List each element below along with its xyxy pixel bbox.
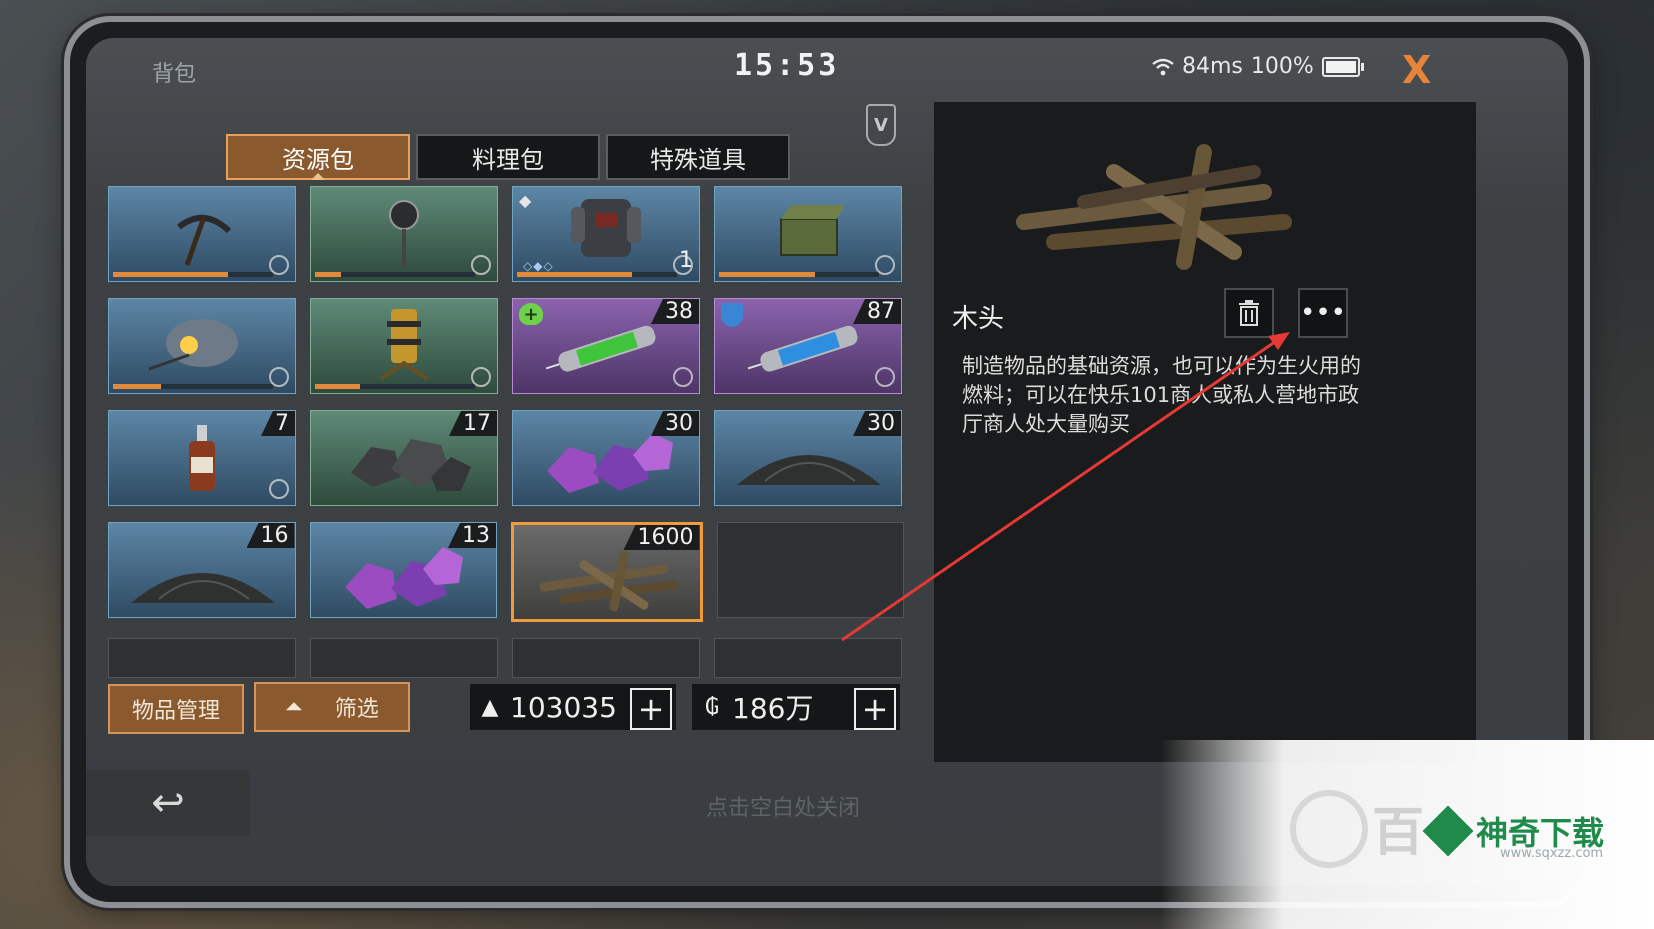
inventory-slot[interactable]: 30 [512, 410, 700, 506]
page-title: 背包 [152, 62, 197, 87]
filter-button[interactable]: ⏶ 筛选 [254, 682, 410, 732]
tab-special-items[interactable]: 特殊道具 [606, 134, 790, 180]
clock: 15:53 [734, 48, 840, 83]
top-bar: 背包 15:53 84ms 100% X [86, 38, 1568, 102]
status-area: 84ms 100% [1152, 54, 1364, 79]
item-count: 1600 [623, 525, 700, 550]
drone-icon [148, 319, 238, 371]
tab-cooking[interactable]: 料理包 [416, 134, 600, 180]
wood-logs-preview-icon [1016, 144, 1292, 270]
repair-icon [875, 255, 895, 275]
repair-icon [673, 255, 693, 275]
empty-slot[interactable] [714, 638, 902, 678]
more-options-icon[interactable]: ••• [1298, 288, 1348, 338]
filter-icon: ⏶ [285, 694, 303, 720]
trash-icon [1239, 300, 1259, 326]
inventory-slot-selected[interactable]: 1600 [511, 522, 703, 622]
inventory-slot[interactable]: 30 [714, 410, 902, 506]
inventory-slot[interactable] [310, 186, 498, 282]
inventory-slot[interactable]: 17 [310, 410, 498, 506]
storage-box-icon [780, 205, 845, 256]
repair-icon [269, 367, 289, 387]
battery-icon [1321, 56, 1364, 77]
ping-text: 84ms [1182, 54, 1243, 79]
diamond-icon: ◆ [519, 191, 532, 210]
gold-amount: 103035 [510, 690, 617, 724]
inventory-slot[interactable]: 13 [309, 522, 497, 618]
turret-icon [379, 309, 429, 381]
add-coin-button[interactable]: + [854, 688, 896, 730]
timer-icon [269, 479, 289, 499]
inventory-slot[interactable]: + 38 [512, 298, 700, 394]
watermark-url: www.sqxzz.com [1500, 846, 1604, 861]
category-tabs: 资源包 料理包 特殊道具 [226, 134, 790, 180]
empty-slot[interactable] [716, 522, 904, 618]
vip-badge-icon[interactable]: V [866, 104, 896, 146]
repair-icon [471, 255, 491, 275]
undo-arrow-icon: ↩ [151, 780, 185, 826]
close-button[interactable]: X [1402, 48, 1431, 92]
close-hint[interactable]: 点击空白处关闭 [706, 790, 860, 822]
heal-icon: + [519, 303, 543, 325]
back-button[interactable]: ↩ [86, 770, 250, 836]
watermark-logo-icon [1290, 790, 1368, 868]
coin-icon: ₲ [705, 694, 719, 720]
repair-icon [269, 255, 289, 275]
filter-label: 筛选 [334, 697, 379, 722]
empty-slot[interactable] [108, 638, 296, 678]
item-detail-panel: 木头 ••• 制造物品的基础资源，也可以作为生火用的燃料；可以在快乐101商人或… [934, 102, 1476, 762]
inventory-slot[interactable] [108, 186, 296, 282]
repair-icon [471, 367, 491, 387]
delete-button[interactable] [1224, 288, 1274, 338]
empty-slot[interactable] [310, 638, 498, 678]
inventory-slot[interactable]: 87 [714, 298, 902, 394]
pickaxe-icon [177, 215, 232, 266]
shield-icon [721, 303, 743, 327]
inventory-slot[interactable] [714, 186, 902, 282]
inventory-slot[interactable] [108, 298, 296, 394]
inventory-slot[interactable] [310, 298, 498, 394]
inventory-grid: ◆ ◇◆◇ 1 + 38 87 7 17 30 30 16 13 1600 [108, 186, 904, 694]
rarity-dots: ◇◆◇ [523, 259, 554, 273]
timer-icon [875, 367, 895, 387]
empty-slot[interactable] [512, 638, 700, 678]
watermark-bai: 百 [1372, 803, 1425, 863]
item-management-button[interactable]: 物品管理 [108, 684, 244, 734]
inventory-slot[interactable]: 7 [108, 410, 296, 506]
coin-currency: ₲ 186万 + [692, 684, 900, 730]
item-description: 制造物品的基础资源，也可以作为生火用的燃料；可以在快乐101商人或私人营地市政厅… [962, 354, 1361, 436]
add-gold-button[interactable]: + [630, 688, 672, 730]
item-name: 木头 [952, 304, 1005, 334]
inventory-slot[interactable]: 16 [108, 522, 296, 618]
tab-resources[interactable]: 资源包 [226, 134, 410, 180]
battery-text: 100% [1250, 54, 1314, 79]
gold-bar-icon: ▲ [481, 694, 499, 720]
brand-leaf-icon [1422, 805, 1474, 857]
timer-icon [673, 367, 693, 387]
stop-sign-icon [389, 200, 419, 267]
gold-currency: ▲ 103035 + [470, 684, 676, 730]
inventory-slot[interactable]: ◆ ◇◆◇ 1 [512, 186, 700, 282]
coin-amount: 186万 [732, 692, 814, 725]
wifi-icon [1152, 58, 1174, 75]
